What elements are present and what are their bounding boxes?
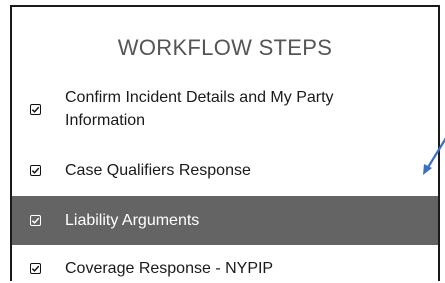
step-label: Case Qualifiers Response xyxy=(65,162,251,179)
workflow-step-coverage-response[interactable]: Coverage Response - NYPIP xyxy=(12,253,438,283)
panel-title: WORKFLOW STEPS xyxy=(117,35,333,60)
step-label: Confirm Incident Details and My Party In… xyxy=(65,89,334,129)
checkbox-checked-icon[interactable] xyxy=(30,165,41,176)
checkbox-checked-icon[interactable] xyxy=(30,263,41,274)
workflow-step-liability-arguments[interactable]: Liability Arguments xyxy=(12,196,438,245)
checkbox-checked-icon[interactable] xyxy=(30,104,41,115)
workflow-step-case-qualifiers[interactable]: Case Qualifiers Response xyxy=(12,152,438,188)
step-label: Liability Arguments xyxy=(65,212,200,229)
checkbox-checked-icon[interactable] xyxy=(30,215,41,226)
pointer-arrow-icon xyxy=(423,137,445,175)
workflow-steps-panel: WORKFLOW STEPS Confirm Incident Details … xyxy=(10,5,440,281)
step-label: Coverage Response - NYPIP xyxy=(65,260,274,277)
workflow-step-confirm-incident[interactable]: Confirm Incident Details and My Party In… xyxy=(12,81,438,137)
